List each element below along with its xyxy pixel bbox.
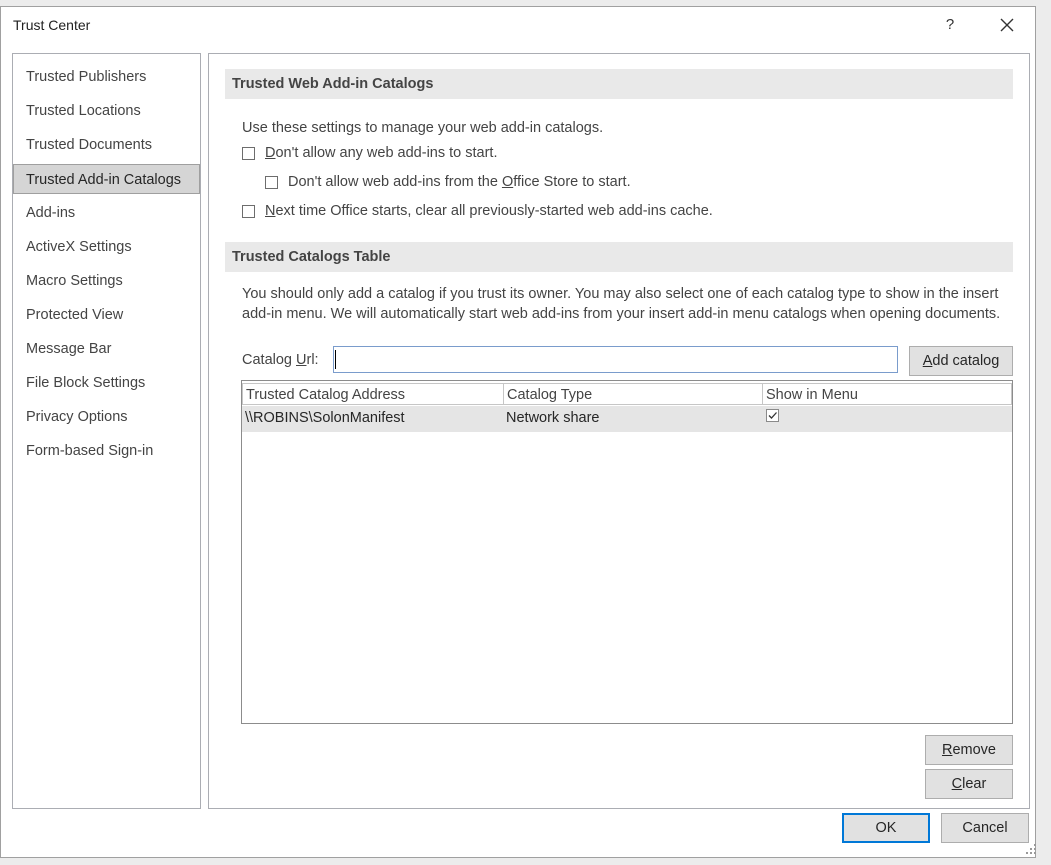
add-catalog-button[interactable]: Add catalog xyxy=(909,346,1013,376)
nav-item-macro-settings[interactable]: Macro Settings xyxy=(13,266,200,296)
column-header-show-in-menu[interactable]: Show in Menu xyxy=(762,383,1012,405)
nav-item-privacy-options[interactable]: Privacy Options xyxy=(13,402,200,432)
clear-button[interactable]: Clear xyxy=(925,769,1013,799)
text-caret xyxy=(335,350,336,369)
nav-item-message-bar[interactable]: Message Bar xyxy=(13,334,200,364)
ok-button[interactable]: OK xyxy=(842,813,930,843)
catalog-address-cell: \\ROBINS\SolonManifest xyxy=(245,410,405,426)
catalog-type-cell: Network share xyxy=(506,410,600,426)
title-bar: Trust Center ? xyxy=(1,7,1035,43)
nav-item-form-based-sign-in[interactable]: Form-based Sign-in xyxy=(13,436,200,466)
nav-item-trusted-locations[interactable]: Trusted Locations xyxy=(13,96,200,126)
checkmark-icon xyxy=(768,412,777,419)
clear-add-ins-cache-checkbox[interactable] xyxy=(242,205,255,218)
close-icon xyxy=(1000,18,1014,32)
show-in-menu-checkbox[interactable] xyxy=(766,409,779,422)
section-header-web-add-in-catalogs: Trusted Web Add-in Catalogs xyxy=(225,69,1013,99)
column-header-catalog-type[interactable]: Catalog Type xyxy=(503,383,763,405)
clear-add-ins-cache-label[interactable]: Next time Office starts, clear all previ… xyxy=(265,203,713,219)
web-add-ins-intro: Use these settings to manage your web ad… xyxy=(242,120,604,136)
trust-center-dialog: Trust Center ? Trusted Publishers Truste… xyxy=(0,6,1036,858)
disallow-all-web-add-ins-label[interactable]: Don't allow any web add-ins to start. xyxy=(265,145,497,161)
nav-item-file-block-settings[interactable]: File Block Settings xyxy=(13,368,200,398)
disallow-store-add-ins-label[interactable]: Don't allow web add-ins from the Office … xyxy=(288,174,631,190)
catalog-url-input[interactable] xyxy=(333,346,898,373)
disallow-all-web-add-ins-checkbox[interactable] xyxy=(242,147,255,160)
section-header-trusted-catalogs-table: Trusted Catalogs Table xyxy=(225,242,1013,272)
column-header-address[interactable]: Trusted Catalog Address xyxy=(242,383,504,405)
help-button[interactable]: ? xyxy=(941,16,959,34)
nav-item-trusted-add-in-catalogs[interactable]: Trusted Add-in Catalogs xyxy=(13,164,200,194)
resize-grip-icon[interactable] xyxy=(1025,843,1037,855)
nav-item-protected-view[interactable]: Protected View xyxy=(13,300,200,330)
nav-item-trusted-publishers[interactable]: Trusted Publishers xyxy=(13,62,200,92)
settings-panel: Trusted Web Add-in Catalogs Use these se… xyxy=(208,53,1030,809)
table-row[interactable]: \\ROBINS\SolonManifest Network share xyxy=(242,406,1012,432)
category-nav: Trusted Publishers Trusted Locations Tru… xyxy=(12,53,201,809)
trusted-catalogs-table: Trusted Catalog Address Catalog Type Sho… xyxy=(241,380,1013,724)
dialog-title: Trust Center xyxy=(13,17,91,33)
close-button[interactable] xyxy=(996,14,1018,36)
disallow-store-add-ins-checkbox[interactable] xyxy=(265,176,278,189)
catalog-url-label: Catalog Url: xyxy=(242,352,319,368)
cancel-button[interactable]: Cancel xyxy=(941,813,1029,843)
nav-item-add-ins[interactable]: Add-ins xyxy=(13,198,200,228)
catalogs-description: You should only add a catalog if you tru… xyxy=(242,286,1001,322)
nav-item-trusted-documents[interactable]: Trusted Documents xyxy=(13,130,200,160)
nav-item-activex-settings[interactable]: ActiveX Settings xyxy=(13,232,200,262)
remove-button[interactable]: Remove xyxy=(925,735,1013,765)
